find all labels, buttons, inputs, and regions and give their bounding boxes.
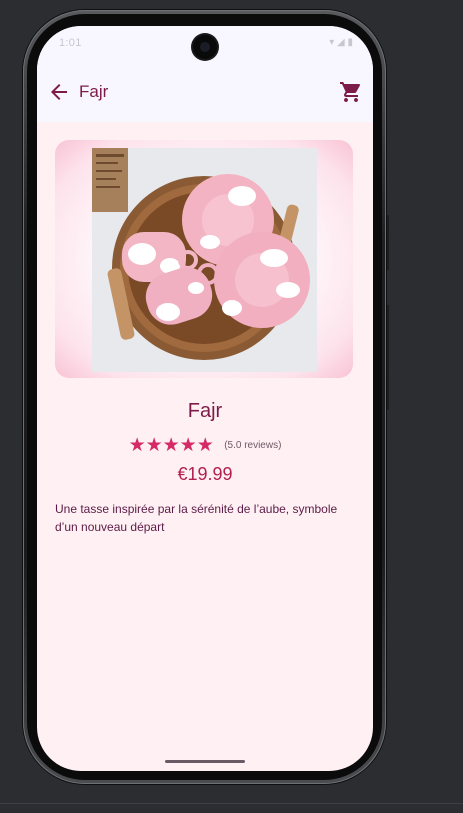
emulator-stage: 1:01 ▾ ◢ ▮ Fajr Fajr ★★★★★ (5.0 reviews)… — [0, 0, 463, 813]
cup-set-image — [92, 148, 317, 372]
shopping-cart-icon — [340, 82, 361, 102]
back-button[interactable] — [47, 80, 71, 104]
home-indicator[interactable] — [165, 760, 245, 763]
product-price: €19.99 — [177, 464, 233, 484]
product-name: Fajr — [187, 400, 223, 422]
app-bar: Fajr — [37, 62, 373, 122]
cart-button[interactable] — [339, 80, 363, 104]
screen: 1:01 ▾ ◢ ▮ Fajr Fajr ★★★★★ (5.0 reviews)… — [37, 26, 373, 771]
status-time: 1:01 — [59, 37, 82, 49]
app-title: Fajr — [79, 82, 109, 101]
volume-button — [386, 305, 389, 410]
rating-stars: ★★★★★ — [128, 435, 214, 456]
phone-frame: 1:01 ▾ ◢ ▮ Fajr Fajr ★★★★★ (5.0 reviews)… — [23, 10, 386, 784]
camera-cutout — [193, 35, 217, 59]
rating-row: ★★★★★ (5.0 reviews) — [37, 434, 373, 457]
power-button — [386, 215, 389, 270]
product-photo — [92, 148, 317, 372]
product-image-card — [55, 140, 353, 378]
divider — [0, 803, 463, 804]
product-description: Une tasse inspirée par la sérénité de l’… — [55, 502, 338, 534]
status-icons: ▾ ◢ ▮ — [329, 37, 353, 48]
arrow-back-icon — [51, 84, 67, 100]
reviews-count: (5.0 reviews) — [224, 440, 282, 451]
